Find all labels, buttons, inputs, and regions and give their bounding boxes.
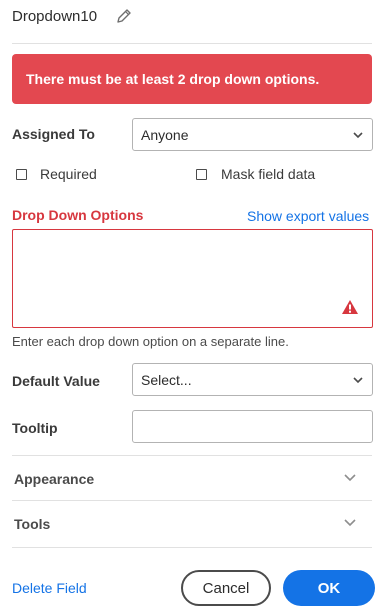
mask-field-label: Mask field data bbox=[221, 166, 316, 182]
default-value-select[interactable]: Select... bbox=[132, 363, 373, 396]
assigned-to-select[interactable]: Anyone bbox=[132, 118, 373, 151]
section-divider bbox=[12, 455, 372, 456]
default-value-value: Select... bbox=[141, 371, 192, 388]
delete-field-link[interactable]: Delete Field bbox=[12, 580, 87, 596]
section-divider bbox=[12, 547, 372, 548]
required-label: Required bbox=[40, 166, 97, 182]
chevron-down-icon[interactable] bbox=[343, 517, 357, 529]
alert-triangle-icon bbox=[342, 300, 358, 314]
pencil-icon[interactable] bbox=[114, 6, 134, 26]
error-banner: There must be at least 2 drop down optio… bbox=[12, 54, 372, 104]
chevron-down-icon bbox=[353, 376, 363, 383]
show-export-values-link[interactable]: Show export values bbox=[247, 208, 369, 224]
dropdown-options-helper: Enter each drop down option on a separat… bbox=[12, 334, 289, 349]
tools-section-label[interactable]: Tools bbox=[14, 516, 50, 532]
cancel-button-label: Cancel bbox=[202, 579, 250, 597]
header-divider bbox=[12, 43, 372, 44]
section-divider bbox=[12, 500, 372, 501]
cancel-button[interactable]: Cancel bbox=[181, 570, 271, 606]
default-value-label: Default Value bbox=[12, 373, 100, 389]
error-message: There must be at least 2 drop down optio… bbox=[26, 71, 320, 87]
field-name-title: Dropdown10 bbox=[12, 8, 98, 25]
assigned-to-value: Anyone bbox=[141, 126, 189, 143]
mask-field-checkbox[interactable] bbox=[196, 169, 207, 180]
tooltip-input[interactable] bbox=[132, 410, 373, 443]
chevron-down-icon bbox=[353, 131, 363, 138]
appearance-section-label[interactable]: Appearance bbox=[14, 471, 94, 487]
assigned-to-label: Assigned To bbox=[12, 126, 95, 142]
required-checkbox[interactable] bbox=[16, 169, 27, 180]
ok-button[interactable]: OK bbox=[283, 570, 375, 606]
chevron-down-icon[interactable] bbox=[343, 472, 357, 484]
tooltip-label: Tooltip bbox=[12, 420, 58, 436]
ok-button-label: OK bbox=[317, 579, 341, 597]
dropdown-options-label: Drop Down Options bbox=[12, 207, 144, 223]
dropdown-options-textarea[interactable] bbox=[12, 229, 373, 328]
